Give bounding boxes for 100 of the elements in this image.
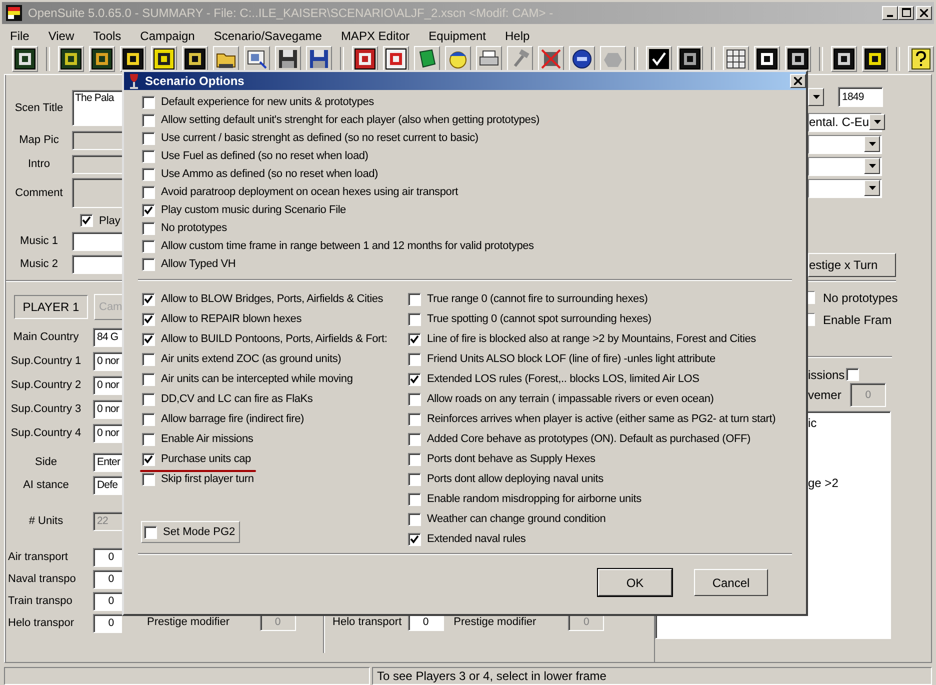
menu-item[interactable]: Scenario/Savegame — [208, 28, 328, 43]
option-checkbox[interactable]: True spotting 0 (cannot spot surrounding hexes) — [408, 309, 776, 329]
option-checkbox[interactable]: Allow custom time frame in range between 1 and 12 months for valid prototypes — [142, 237, 806, 255]
dropdown[interactable] — [808, 156, 882, 176]
option-checkbox[interactable]: Use current / basic strenght as defined (so no reset current to basic) — [142, 129, 806, 147]
option-checkbox[interactable]: Line of fire is blocked also at range >2 by Mountains, Forest and Cities — [408, 329, 776, 349]
option-checkbox[interactable]: Use Fuel as defined (so no reset when load) — [142, 147, 806, 165]
option-checkbox[interactable]: True range 0 (cannot fire to surrounding hexes) — [408, 289, 776, 309]
option-checkbox[interactable]: Allow barrage fire (indirect fire) — [142, 409, 408, 429]
option-checkbox[interactable]: Skip first player turn — [142, 469, 408, 489]
menu-item[interactable]: View — [42, 28, 80, 43]
toolbar-button[interactable] — [569, 46, 595, 72]
dropdown[interactable] — [808, 178, 882, 198]
option-checkbox[interactable]: Enable Fram — [808, 312, 892, 327]
option-checkbox[interactable]: Air units can be intercepted while moving — [142, 369, 408, 389]
text-field[interactable] — [72, 178, 122, 208]
text-field[interactable] — [72, 254, 122, 274]
ai-stance-field[interactable]: Defe — [93, 476, 122, 495]
transport-field[interactable]: 0 — [93, 570, 122, 589]
dropdown[interactable] — [808, 134, 882, 154]
option-checkbox[interactable]: Allow to BLOW Bridges, Ports, Airfields & Cities — [142, 289, 408, 309]
toolbar-button[interactable] — [89, 46, 115, 72]
toolbar-button[interactable] — [646, 46, 672, 72]
country-field[interactable]: 0 nor — [93, 352, 122, 371]
country-field[interactable]: 0 nor — [93, 376, 122, 395]
option-checkbox[interactable]: Ports dont allow deploying naval units — [408, 469, 776, 489]
text-field[interactable] — [72, 232, 122, 251]
menu-item[interactable]: Tools — [87, 28, 128, 43]
year-field[interactable]: 1849 — [838, 86, 883, 107]
option-checkbox[interactable]: Default experience for new units & prototypes — [142, 93, 806, 111]
air-missions-checkbox[interactable]: issions — [808, 368, 859, 382]
option-checkbox[interactable]: Ports dont behave as Supply Hexes — [408, 449, 776, 469]
dialog-button[interactable]: OK — [598, 569, 672, 596]
maximize-button[interactable] — [898, 6, 914, 20]
text-field[interactable] — [72, 154, 122, 174]
toolbar-button[interactable] — [244, 46, 270, 72]
toolbar-button[interactable] — [12, 46, 38, 72]
option-checkbox[interactable]: No prototypes — [142, 219, 806, 237]
toolbar-button[interactable] — [151, 46, 177, 72]
country-field[interactable]: 0 nor — [93, 424, 122, 443]
toolbar-button[interactable] — [58, 46, 84, 72]
option-checkbox[interactable]: Allow setting default unit's strenght for each player (also when getting prototypes) — [142, 111, 806, 129]
toolbar-button[interactable] — [862, 46, 888, 72]
toolbar-button[interactable] — [785, 46, 811, 72]
menu-item[interactable]: Campaign — [134, 28, 201, 43]
option-checkbox[interactable]: Allow to REPAIR blown hexes — [142, 309, 408, 329]
dialog-button[interactable]: Cancel — [694, 569, 768, 596]
transport-field[interactable]: 0 — [93, 614, 122, 633]
option-checkbox[interactable]: Air units extend ZOC (as ground units) — [142, 349, 408, 369]
toolbar-button[interactable] — [352, 46, 378, 72]
dropdown-button[interactable] — [808, 88, 824, 106]
option-checkbox[interactable]: Extended naval rules — [408, 529, 776, 549]
toolbar-button[interactable] — [538, 46, 564, 72]
option-checkbox[interactable]: Allow Typed VH — [142, 255, 806, 273]
option-checkbox[interactable]: Avoid paratroop deployment on ocean hexes using air transport — [142, 183, 806, 201]
option-checkbox[interactable]: Play custom music during Scenario File — [142, 201, 806, 219]
menu-item[interactable]: File — [4, 28, 36, 43]
country-field[interactable]: 0 nor — [93, 400, 122, 419]
toolbar-button[interactable] — [120, 46, 146, 72]
country-field[interactable]: 84 G — [93, 328, 122, 347]
text-field[interactable] — [72, 130, 122, 150]
prestige-button[interactable]: estige x Turn — [808, 252, 896, 277]
toolbar-button[interactable] — [383, 46, 409, 72]
toolbar-button[interactable] — [908, 46, 934, 72]
transport-field[interactable]: 0 — [93, 548, 122, 567]
toolbar-button[interactable] — [213, 46, 239, 72]
option-checkbox[interactable]: Use Ammo as defined (so no reset when load) — [142, 165, 806, 183]
toolbar-button[interactable] — [831, 46, 857, 72]
toolbar-button[interactable] — [723, 46, 749, 72]
menu-item[interactable]: MAPX Editor — [334, 28, 416, 43]
toolbar-button[interactable] — [754, 46, 780, 72]
menu-item[interactable]: Equipment — [422, 28, 492, 43]
toolbar-button[interactable] — [182, 46, 208, 72]
toolbar-button[interactable] — [677, 46, 703, 72]
option-checkbox[interactable]: Friend Units ALSO block LOF (line of fire) -unles light attribute — [408, 349, 776, 369]
set-mode-checkbox[interactable]: Set Mode PG2 — [141, 521, 240, 543]
option-checkbox[interactable]: Enable Air missions — [142, 429, 408, 449]
option-checkbox[interactable]: Weather can change ground condition — [408, 509, 776, 529]
option-checkbox[interactable]: Enable random misdropping for airborne units — [408, 489, 776, 509]
option-checkbox[interactable]: Allow to BUILD Pontoons, Ports, Airfields & Fort: — [142, 329, 408, 349]
option-checkbox[interactable]: Added Core behave as prototypes (ON). Default as purchased (OFF) — [408, 429, 776, 449]
option-checkbox[interactable]: Extended LOS rules (Forest,.. blocks LOS, limited Air LOS — [408, 369, 776, 389]
minimize-button[interactable] — [882, 6, 898, 20]
region-dropdown[interactable]: ental. C-Eu — [808, 112, 882, 132]
option-checkbox[interactable]: Reinforces arrives when player is active (either same as PG2- at turn start) — [408, 409, 776, 429]
option-checkbox[interactable]: DD,CV and LC can fire as FlaKs — [142, 389, 408, 409]
option-checkbox[interactable]: Purchase units cap — [142, 449, 408, 469]
transport-field[interactable]: 0 — [93, 592, 122, 611]
toolbar-button[interactable] — [414, 46, 440, 72]
toolbar-button[interactable] — [275, 46, 301, 72]
option-checkbox[interactable]: No prototypes — [808, 290, 898, 305]
toolbar-button[interactable] — [445, 46, 471, 72]
close-button[interactable] — [790, 74, 806, 88]
menu-item[interactable]: Help — [499, 28, 536, 43]
side-field[interactable]: Enter — [93, 452, 122, 472]
toolbar-button[interactable] — [476, 46, 502, 72]
player-tab[interactable]: PLAYER 1 — [14, 294, 88, 319]
close-button[interactable] — [916, 6, 932, 20]
option-checkbox[interactable]: Allow roads on any terrain ( impassable rivers or even ocean) — [408, 389, 776, 409]
play-music-checkbox[interactable]: Play — [80, 214, 120, 228]
